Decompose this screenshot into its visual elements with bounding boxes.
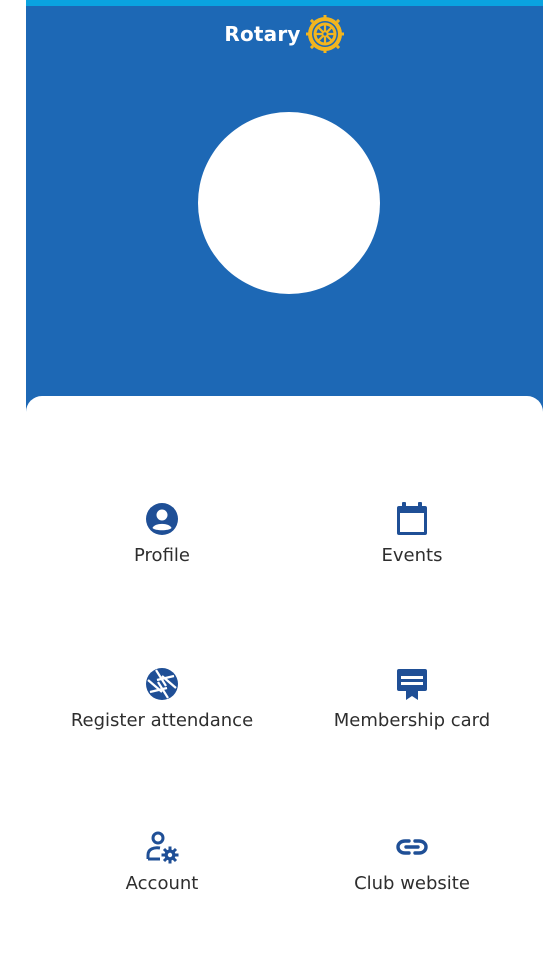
menu-item-membership-card[interactable]: Membership card <box>292 666 532 756</box>
menu-label-account: Account <box>125 873 199 894</box>
brand-text: Rotary <box>224 22 301 46</box>
menu-label-profile: Profile <box>134 545 190 566</box>
menu-label-membership-card: Membership card <box>333 710 491 731</box>
menu-label-club-website: Club website <box>354 873 470 894</box>
calendar-icon <box>397 502 427 535</box>
menu-item-club-website[interactable]: Club website <box>292 829 532 919</box>
rotary-logo: Rotary <box>26 14 543 54</box>
camera-aperture-icon <box>146 668 178 700</box>
menu-item-register-attendance[interactable]: Register attendance <box>42 666 282 756</box>
rotary-wheel-icon <box>305 15 344 53</box>
menu-sheet: Profile Events Register attendance Membe… <box>26 396 543 966</box>
link-icon <box>396 839 428 855</box>
left-gutter <box>0 0 26 966</box>
menu-item-events[interactable]: Events <box>292 501 532 591</box>
profile-avatar[interactable] <box>198 112 380 294</box>
user-settings-icon <box>146 831 179 864</box>
membership-card-icon <box>397 669 427 700</box>
menu-item-profile[interactable]: Profile <box>42 501 282 591</box>
profile-header: Rotary <box>26 6 543 426</box>
menu-label-register-attendance: Register attendance <box>70 710 254 731</box>
menu-label-events: Events <box>381 545 443 566</box>
user-circle-icon <box>146 503 178 535</box>
menu-item-account[interactable]: Account <box>42 829 282 919</box>
